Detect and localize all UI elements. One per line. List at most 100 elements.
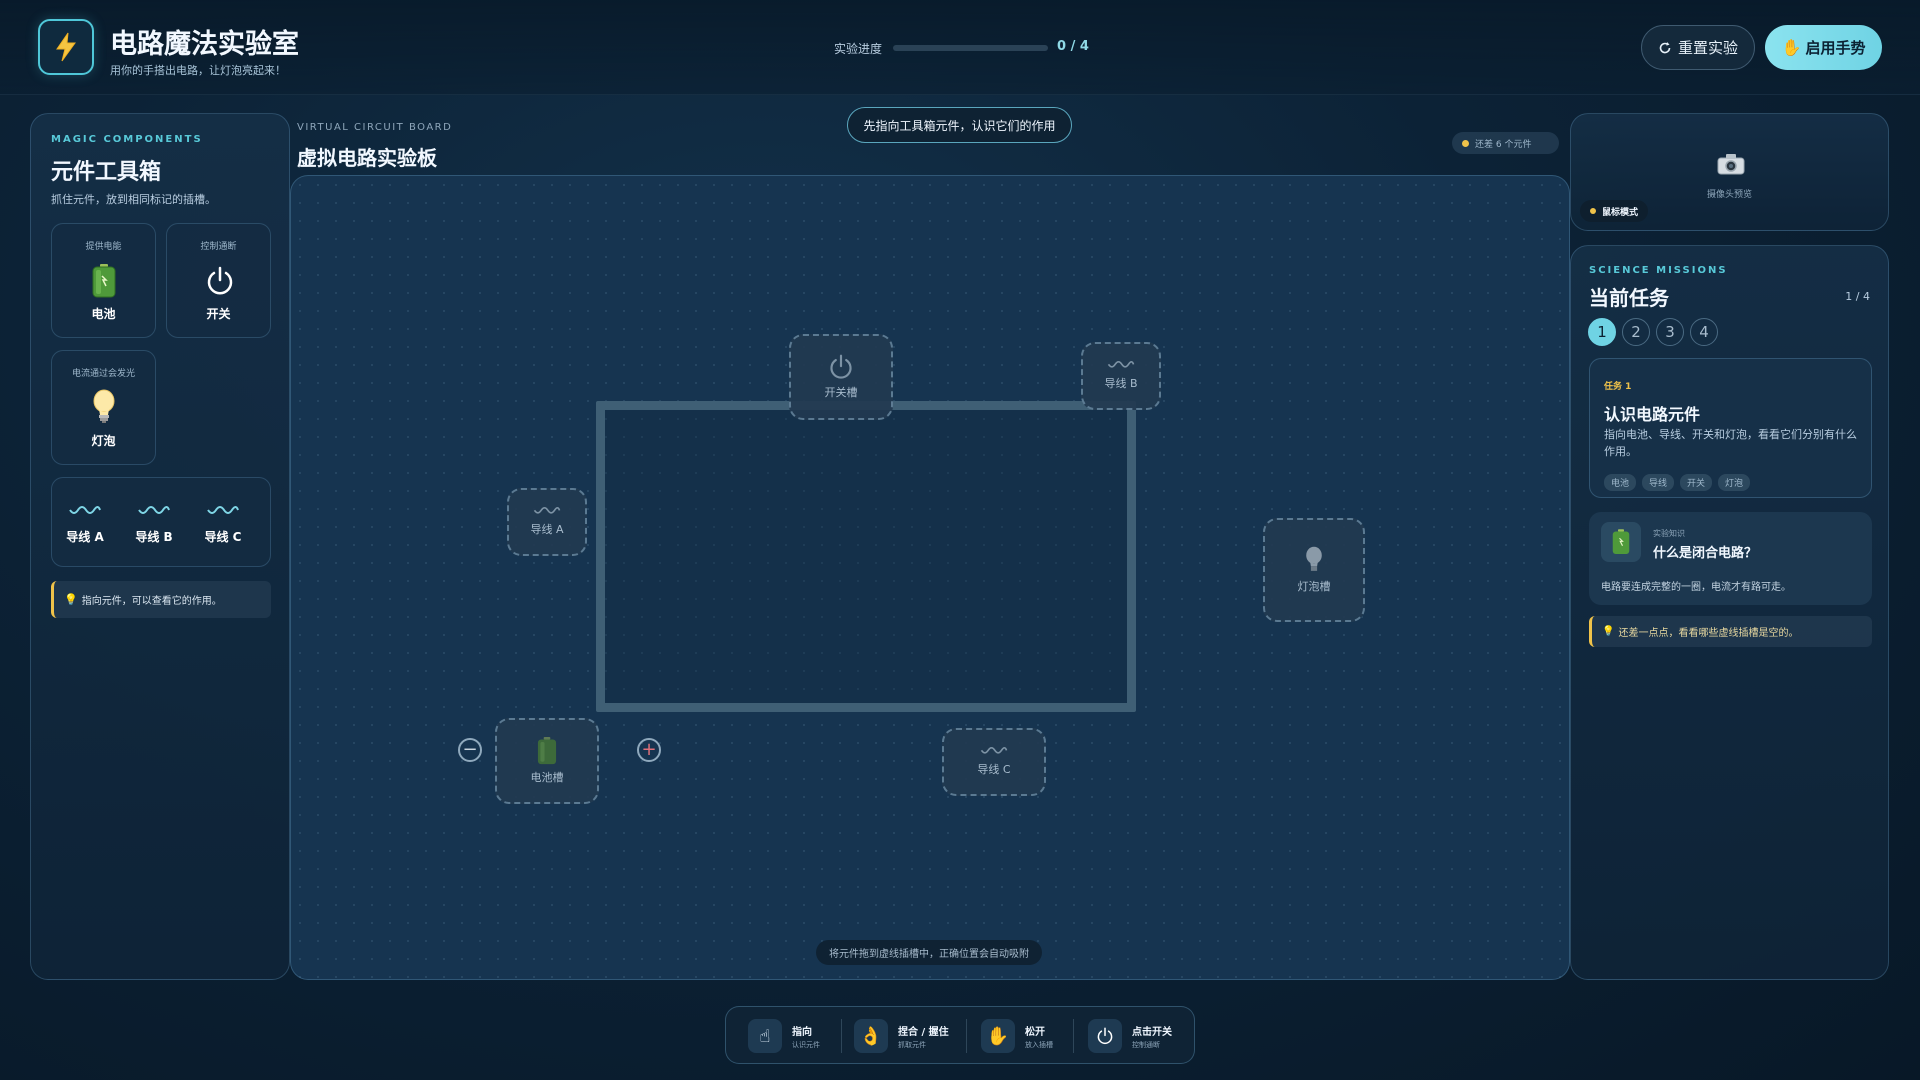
switch-slot[interactable]: 开关槽 (789, 334, 893, 420)
bulb-slot-label: 灯泡槽 (1297, 580, 1331, 593)
mission-step-2[interactable]: 2 (1622, 318, 1650, 346)
switch-component[interactable]: 控制通断 开关 (166, 223, 271, 338)
bulb-name: 灯泡 (91, 434, 116, 448)
knowledge-title: 什么是闭合电路？ (1653, 546, 1758, 561)
wire-icon (138, 506, 170, 514)
toolbox-title: 元件工具箱 (51, 160, 162, 185)
progress-count: 0 / 4 (1057, 39, 1089, 54)
task-tag: 灯泡 (1718, 474, 1751, 491)
switch-caption: 控制通断 (200, 242, 237, 252)
lightning-icon (56, 32, 76, 62)
toolbox-tip-text: 指向元件，可以查看它的作用。 (81, 596, 222, 607)
negative-terminal-icon: − (458, 738, 482, 762)
gesture-subtitle: 抓取元件 (898, 1040, 926, 1049)
mission-step-1[interactable]: 1 (1588, 318, 1616, 346)
battery-icon (1612, 529, 1630, 554)
camera-preview-label: 摄像头预览 (1706, 190, 1752, 200)
mission-step-4[interactable]: 4 (1690, 318, 1718, 346)
enable-gesture-button[interactable]: ✋ 启用手势 (1765, 25, 1882, 70)
camera-icon (1717, 154, 1745, 175)
gesture-guide-bar: ☝ 指向 认识元件 👌 捏合 / 握住 抓取元件 ✋ 松开 放入插槽 点击开关 (725, 1006, 1195, 1064)
gesture-title: 点击开关 (1132, 1026, 1172, 1038)
task-description: 指向电池、导线、开关和灯泡，看看它们分别有什么作用。 (1604, 428, 1857, 458)
divider (1073, 1019, 1074, 1053)
wires-component-group: 导线 A 导线 B 导线 C (51, 477, 271, 567)
board-hint: 先指向工具箱元件，认识它们的作用 (847, 107, 1072, 143)
reset-button[interactable]: 重置实验 (1641, 25, 1755, 70)
task-title: 认识电路元件 (1604, 405, 1701, 424)
wire-a-slot[interactable]: 导线 A (507, 488, 587, 556)
wire-icon (69, 506, 101, 514)
power-icon (830, 354, 852, 379)
wire-icon (207, 506, 239, 514)
app-subtitle: 用你的手搭出电路，让灯泡亮起来！ (110, 64, 286, 77)
app-title: 电路魔法实验室 (110, 29, 299, 60)
progress-label: 实验进度 (834, 42, 883, 56)
remaining-text: 还差 6 个元件 (1475, 139, 1532, 150)
missions-panel: SCIENCE MISSIONS 当前任务 1 / 4 任务 1 认识电路元件 … (1570, 245, 1889, 980)
missions-tip: 💡 还差一点点，看看哪些虚线插槽是空的。 (1589, 616, 1872, 647)
wire-c-name: 导线 C (204, 530, 242, 544)
bulb-slot[interactable]: 灯泡槽 (1263, 518, 1365, 622)
lightbulb-icon: 💡 (64, 593, 78, 606)
wire-b-slot[interactable]: 导线 B (1081, 342, 1161, 410)
mission-step-3[interactable]: 3 (1656, 318, 1684, 346)
reset-button-label: 重置实验 (1677, 39, 1738, 57)
knowledge-icon-box (1601, 522, 1641, 562)
gesture-release: ✋ 松开 放入插槽 (981, 1016, 1053, 1056)
enable-gesture-label: 启用手势 (1805, 39, 1866, 57)
task-card: 任务 1 认识电路元件 指向电池、导线、开关和灯泡，看看它们分别有什么作用。 电… (1589, 358, 1872, 498)
lightbulb-icon (93, 389, 115, 423)
battery-icon (537, 737, 557, 765)
gesture-click-switch: 点击开关 控制通断 (1088, 1016, 1172, 1056)
toolbox-description: 抓住元件，放到相同标记的插槽。 (51, 193, 216, 206)
missions-title: 当前任务 (1589, 286, 1669, 310)
gesture-pinch: 👌 捏合 / 握住 抓取元件 (854, 1016, 949, 1056)
toolbox-eyebrow: MAGIC COMPONENTS (51, 134, 203, 145)
wire-c-slot[interactable]: 导线 C (942, 728, 1046, 796)
missions-tip-text: 还差一点点，看看哪些虚线插槽是空的。 (1618, 628, 1799, 639)
divider (841, 1019, 842, 1053)
lightbulb-icon (1306, 546, 1322, 571)
refresh-icon (1659, 41, 1671, 53)
toolbox-tip: 💡 指向元件，可以查看它的作用。 (51, 581, 271, 618)
lightbulb-icon: 💡 (1602, 626, 1615, 637)
wire-c-slot-label: 导线 C (977, 763, 1011, 776)
gesture-point: ☝ 指向 认识元件 (748, 1016, 820, 1056)
wire-c-component[interactable]: 导线 C (193, 503, 253, 545)
battery-caption: 提供电能 (85, 242, 122, 252)
wire-a-component[interactable]: 导线 A (55, 503, 115, 545)
progress-bar (893, 45, 1048, 51)
knowledge-description: 电路要连成完整的一圈，电流才有路可走。 (1601, 582, 1791, 593)
open-hand-icon: ✋ (981, 1019, 1015, 1053)
knowledge-card: 实验知识 什么是闭合电路？ 电路要连成完整的一圈，电流才有路可走。 (1589, 512, 1872, 605)
battery-icon (92, 264, 116, 298)
gesture-title: 捏合 / 握住 (898, 1026, 949, 1038)
divider (966, 1019, 967, 1053)
wire-b-name: 导线 B (135, 530, 173, 544)
toolbox-panel: MAGIC COMPONENTS 元件工具箱 抓住元件，放到相同标记的插槽。 提… (30, 113, 290, 980)
task-tags: 电池 导线 开关 灯泡 (1604, 471, 1756, 491)
power-icon (207, 266, 233, 295)
pointing-hand-icon: ☝ (748, 1019, 782, 1053)
wire-icon (533, 507, 561, 514)
wire-icon (1107, 361, 1135, 368)
board-title: 虚拟电路实验板 (297, 146, 437, 170)
battery-component[interactable]: 提供电能 电池 (51, 223, 156, 338)
circuit-loop (596, 401, 1136, 712)
task-tag: 开关 (1680, 474, 1713, 491)
switch-slot-label: 开关槽 (824, 386, 858, 399)
app-logo (38, 19, 94, 75)
wire-b-component[interactable]: 导线 B (124, 503, 184, 545)
battery-name: 电池 (91, 307, 116, 321)
board-footer-hint: 将元件拖到虚线插槽中，正确位置会自动吸附 (816, 940, 1042, 965)
battery-slot[interactable]: 电池槽 (495, 718, 599, 804)
wire-icon (980, 747, 1008, 754)
wire-a-slot-label: 导线 A (530, 523, 564, 536)
gesture-title: 指向 (792, 1026, 812, 1038)
bulb-component[interactable]: 电流通过会发光 灯泡 (51, 350, 156, 465)
wire-a-name: 导线 A (66, 530, 104, 544)
mouse-mode-badge: 鼠标模式 (1580, 200, 1649, 222)
remaining-badge: 还差 6 个元件 (1452, 132, 1559, 154)
circuit-board[interactable]: 开关槽 导线 B 导线 A 灯泡槽 电池槽 − + 导线 C (290, 175, 1570, 980)
